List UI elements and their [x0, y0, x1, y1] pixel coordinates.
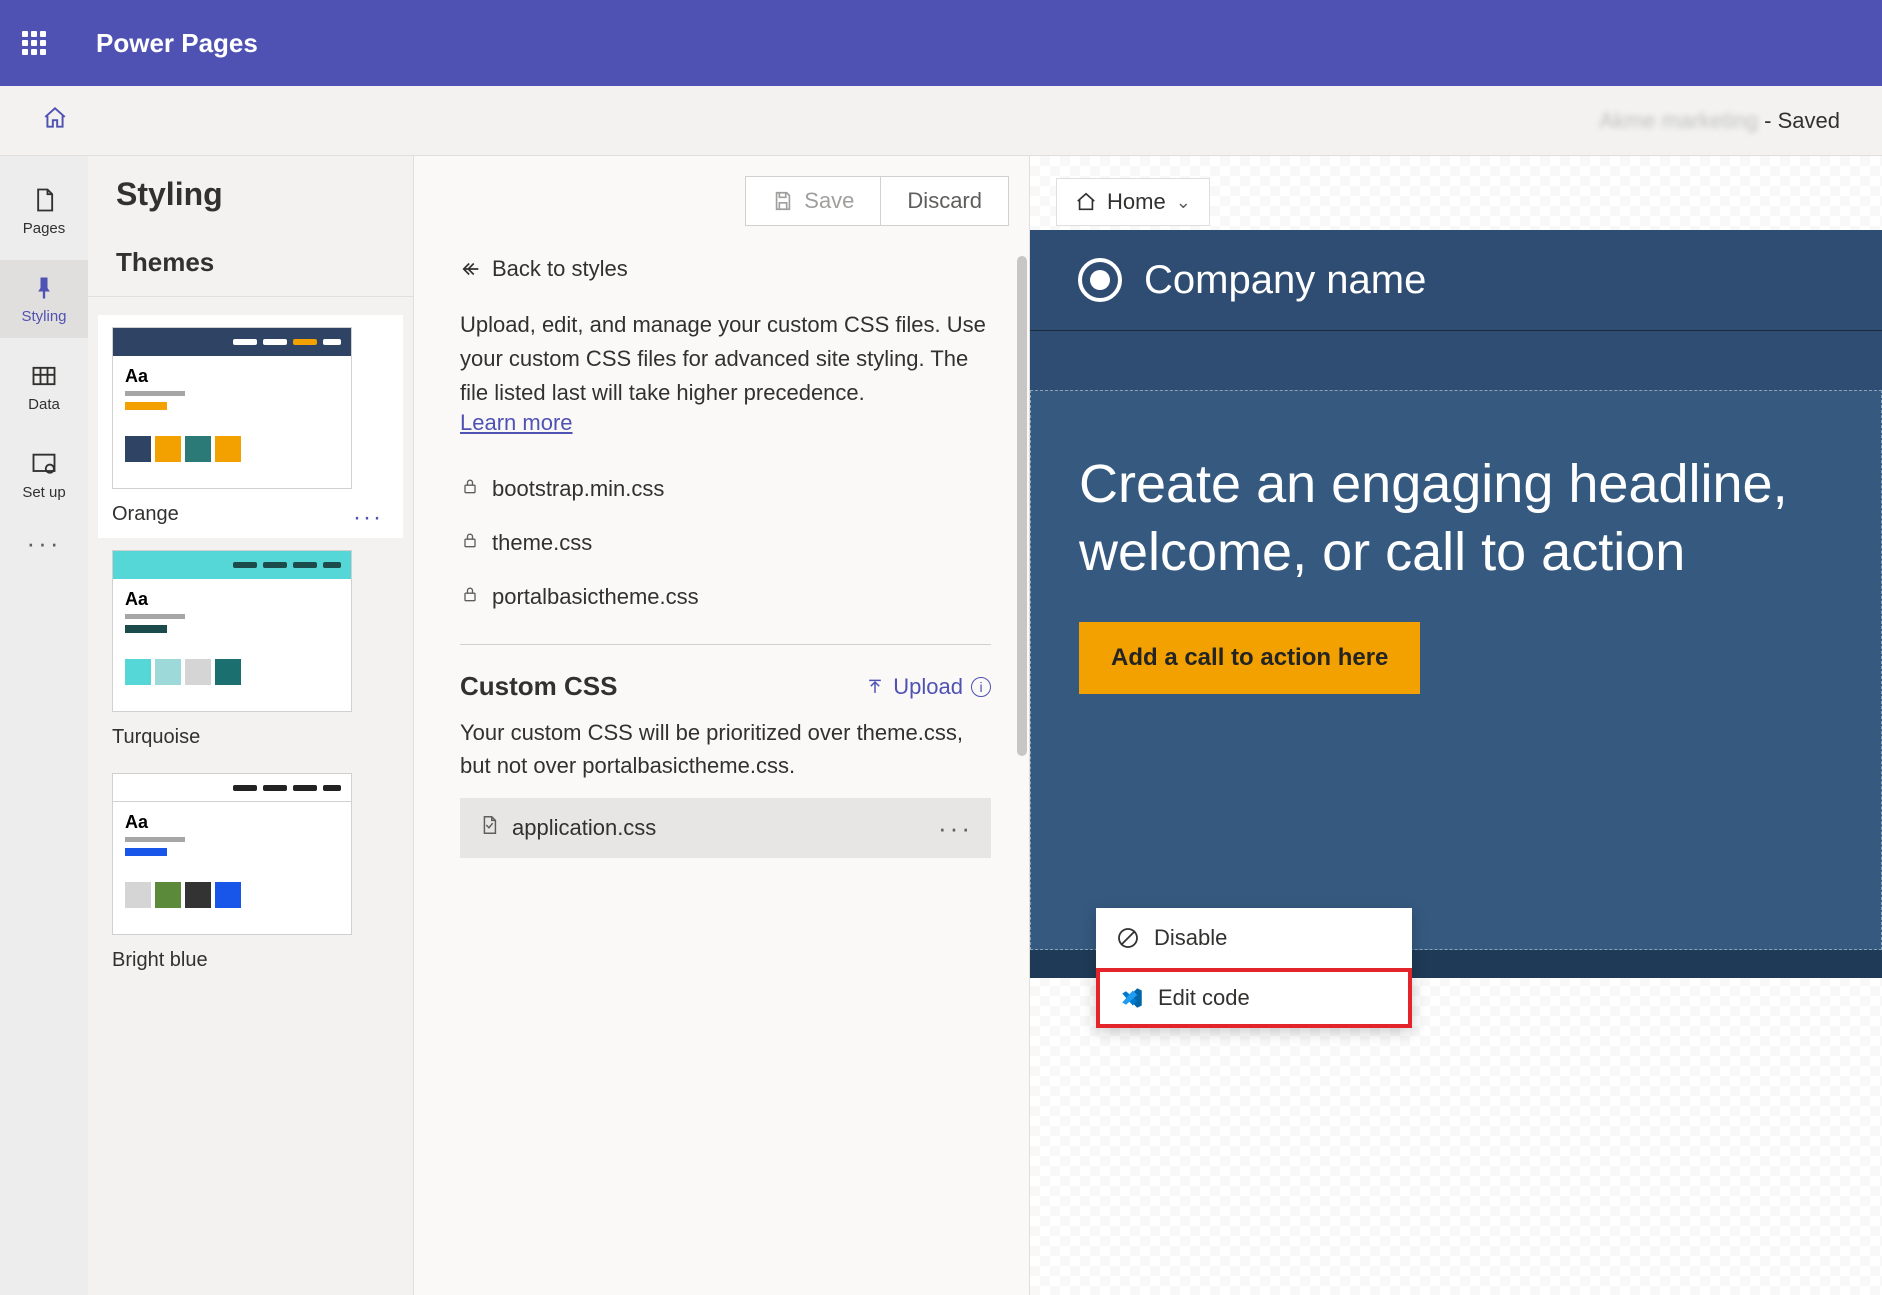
locked-file-row: portalbasictheme.css: [460, 570, 991, 624]
theme-name: Turquoise: [112, 726, 389, 749]
workspace: Pages Styling Data Set up ··· Styling Th…: [0, 156, 1882, 1295]
rail-more-icon[interactable]: ···: [27, 528, 62, 559]
custom-css-heading: Custom CSS: [460, 671, 617, 702]
preview-site-header: Company name: [1030, 230, 1882, 330]
site-state: - Saved: [1764, 108, 1840, 134]
locked-file-name: bootstrap.min.css: [492, 476, 664, 502]
upload-label: Upload: [893, 674, 963, 700]
left-rail: Pages Styling Data Set up ···: [0, 156, 88, 1295]
theme-thumb: Aa: [112, 550, 352, 712]
styling-title: Styling: [116, 176, 223, 213]
rail-label-pages: Pages: [23, 220, 66, 237]
scrollbar[interactable]: [1017, 256, 1027, 756]
theme-card-turquoise[interactable]: Aa Turquoise: [98, 538, 403, 761]
locked-file-row: bootstrap.min.css: [460, 462, 991, 516]
custom-file-name: application.css: [512, 815, 656, 841]
custom-css-description: Your custom CSS will be prioritized over…: [460, 716, 991, 782]
theme-name: Orange: [112, 503, 389, 526]
preview-nav-spacer: [1030, 330, 1882, 390]
home-icon[interactable]: [42, 105, 68, 136]
app-launcher-icon[interactable]: [22, 31, 46, 55]
rail-label-data: Data: [28, 396, 60, 413]
locked-file-row: theme.css: [460, 516, 991, 570]
lock-icon: [460, 530, 480, 556]
file-more-icon[interactable]: ···: [938, 813, 973, 844]
info-icon[interactable]: i: [971, 677, 991, 697]
ctx-disable[interactable]: Disable: [1096, 908, 1412, 968]
locked-file-name: theme.css: [492, 530, 592, 556]
preview-logo-icon: [1078, 258, 1122, 302]
theme-card-orange[interactable]: Aa Orange ···: [98, 315, 403, 538]
lock-icon: [460, 584, 480, 610]
preview-breadcrumb[interactable]: Home ⌄: [1056, 178, 1210, 226]
discard-label: Discard: [907, 188, 982, 214]
preview-hero-section[interactable]: Create an engaging headline, welcome, or…: [1030, 390, 1882, 950]
vscode-icon: [1120, 986, 1144, 1010]
rail-item-styling[interactable]: Styling: [0, 260, 88, 338]
rail-label-styling: Styling: [21, 308, 66, 325]
discard-button[interactable]: Discard: [881, 176, 1009, 226]
styling-panel: Styling Themes Aa Orange ···: [88, 156, 414, 1295]
ctx-edit-code[interactable]: Edit code: [1096, 968, 1412, 1028]
back-to-styles-link[interactable]: Back to styles: [460, 256, 991, 282]
top-bar: Power Pages: [0, 0, 1882, 86]
rail-item-data[interactable]: Data: [0, 348, 88, 426]
save-button[interactable]: Save: [745, 176, 881, 226]
upload-button[interactable]: Upload i: [865, 674, 991, 700]
preview-cta-button[interactable]: Add a call to action here: [1079, 622, 1420, 694]
chevron-down-icon[interactable]: ⌄: [1176, 192, 1191, 213]
file-context-menu: Disable Edit code: [1096, 908, 1412, 1028]
locked-file-list: bootstrap.min.css theme.css portalbasict…: [460, 462, 991, 645]
ctx-disable-label: Disable: [1154, 925, 1227, 951]
lock-icon: [460, 476, 480, 502]
preview-headline: Create an engaging headline, welcome, or…: [1079, 451, 1799, 586]
back-label: Back to styles: [492, 256, 628, 282]
theme-thumb: Aa: [112, 773, 352, 935]
save-label: Save: [804, 188, 854, 214]
custom-css-file-row[interactable]: application.css ···: [460, 798, 991, 858]
theme-list: Aa Orange ··· Aa: [88, 297, 413, 1002]
rail-item-setup[interactable]: Set up: [0, 436, 88, 514]
css-detail-panel: Save Discard Back to styles Upload, edit…: [414, 156, 1030, 1295]
locked-file-name: portalbasictheme.css: [492, 584, 699, 610]
css-description: Upload, edit, and manage your custom CSS…: [460, 308, 991, 410]
site-preview: Company name Create an engaging headline…: [1030, 230, 1882, 1295]
theme-menu-icon[interactable]: ···: [353, 504, 383, 532]
theme-thumb: Aa: [112, 327, 352, 489]
site-name: Akme marketing: [1599, 108, 1758, 134]
app-title: Power Pages: [96, 28, 258, 59]
ctx-edit-code-label: Edit code: [1158, 985, 1250, 1011]
preview-company-name: Company name: [1144, 258, 1426, 303]
sub-header: Akme marketing - Saved: [0, 86, 1882, 156]
theme-name: Bright blue: [112, 949, 389, 972]
rail-label-setup: Set up: [22, 484, 65, 501]
theme-card-bright-blue[interactable]: Aa Bright blue: [98, 761, 403, 984]
file-icon: [478, 814, 500, 842]
site-save-status: Akme marketing - Saved: [1599, 108, 1840, 134]
rail-item-pages[interactable]: Pages: [0, 172, 88, 250]
themes-heading: Themes: [88, 233, 413, 297]
preview-canvas: Home ⌄ Company name Create an engaging h…: [1030, 156, 1882, 1295]
learn-more-link[interactable]: Learn more: [460, 410, 573, 435]
preview-breadcrumb-label: Home: [1107, 189, 1166, 215]
